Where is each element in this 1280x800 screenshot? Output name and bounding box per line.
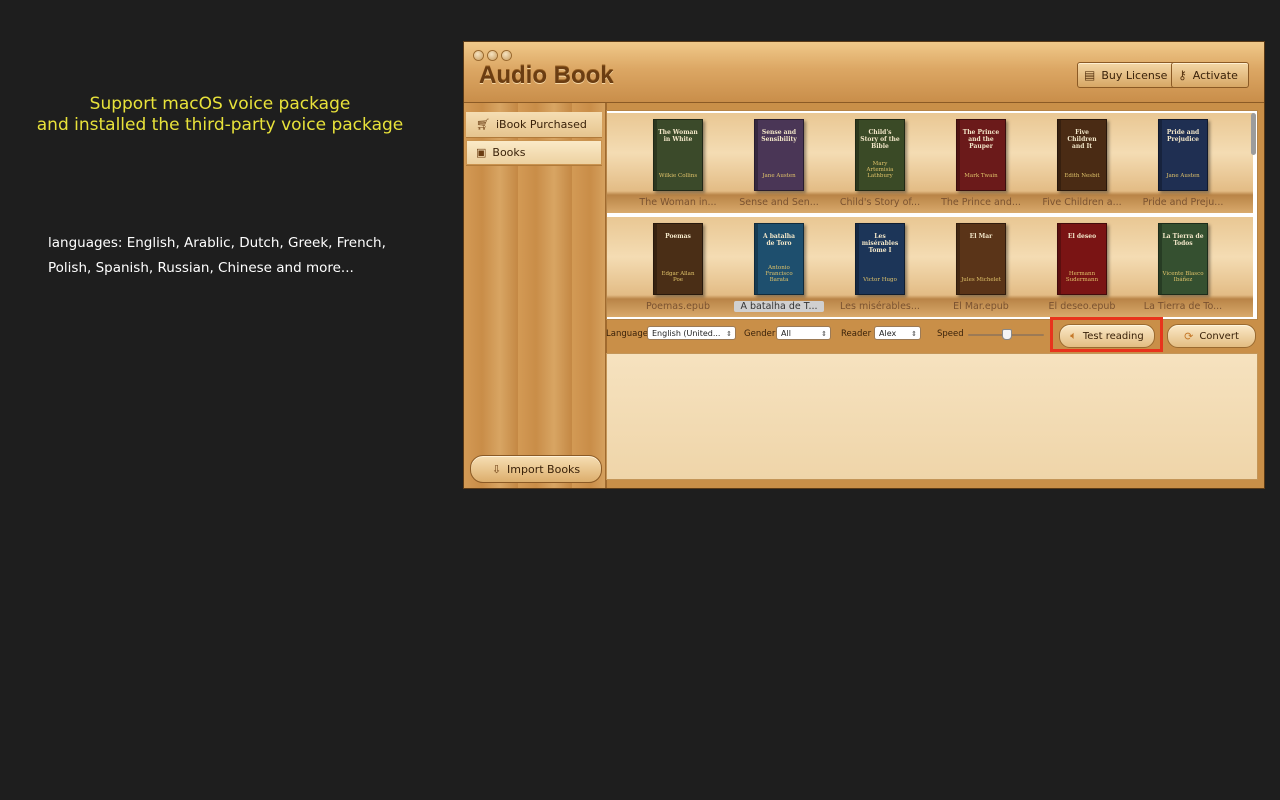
book-cover-author: Hermann Sudermann [1065,271,1099,283]
book-caption[interactable]: Child's Story of... [835,197,925,208]
close-window-button[interactable] [474,51,483,60]
promo-languages: languages: English, Arablic, Dutch, Gree… [48,231,428,281]
book-cover[interactable]: Five Children and It Edith Nesbit [1057,119,1107,191]
output-area [606,353,1258,480]
buy-license-button[interactable]: ▤ Buy License [1077,62,1179,88]
chevron-updown-icon: ⇕ [911,330,917,338]
bookshelf: The Woman in White Wilkie Collins The Woma… [606,110,1258,320]
app-window: Audio Book ▤ Buy License ⚷ Activate 🛒︎ i… [464,42,1264,488]
book-cover-title: Five Children and It [1067,129,1097,150]
import-books-label: Import Books [507,462,581,476]
book-cover-author: Victor Hugo [863,277,897,283]
book-cover[interactable]: Les misérables Tome I Victor Hugo [855,223,905,295]
shelf-scrollbar[interactable] [1251,113,1256,155]
sidebar: 🛒︎ iBook Purchased ▣ Books ⇩ Import Book… [464,103,607,488]
minimize-window-button[interactable] [488,51,497,60]
book-cover[interactable]: El deseo Hermann Sudermann [1057,223,1107,295]
gender-value: All [781,329,791,338]
book-cover-author: Mary Artemisia Lathbury [866,161,894,179]
book-cover-author: Vicente Blasco Ibáñez [1162,271,1204,283]
book-cover-author: Mark Twain [964,173,998,179]
book-caption[interactable]: El Mar.epub [936,301,1026,312]
buy-license-label: Buy License [1101,68,1168,82]
book-caption[interactable]: The Prince and... [936,197,1026,208]
book-cover[interactable]: Child's Story of the Bible Mary Artemisia… [855,119,905,191]
book-cover-title: Sense and Sensibility [761,129,797,143]
sidebar-item-ibook-purchased[interactable]: 🛒︎ iBook Purchased [466,112,602,138]
book-cover-title: The Woman in White [658,129,698,143]
book-cover-title: A batalha de Toro [762,233,795,247]
reader-label: Reader [841,329,872,339]
book-cover-author: Antonio Francisco Barata [765,265,793,283]
book-cover-title: Les misérables Tome I [861,233,899,254]
activate-label: Activate [1192,68,1238,82]
book-cover-author: Jane Austen [762,173,796,179]
book-cover-title: El Mar [969,233,993,240]
book-caption[interactable]: Poemas.epub [633,301,723,312]
book-cover-title: La Tierra de Todos [1162,233,1204,247]
language-value: English (United... [652,329,721,338]
activate-button[interactable]: ⚷ Activate [1171,62,1249,88]
sidebar-item-books[interactable]: ▣ Books [466,140,602,166]
book-cover[interactable]: Poemas Edgar Allan Poe [653,223,703,295]
book-caption[interactable]: Les misérables... [835,301,925,312]
key-icon: ⚷ [1178,68,1187,82]
promo-headline: Support macOS voice package and installe… [20,94,420,136]
book-cover-title: El deseo [1067,233,1097,240]
book-cover-title: Child's Story of the Bible [860,129,900,150]
zoom-window-button[interactable] [502,51,511,60]
book-cover-author: Wilkie Collins [658,173,698,179]
convert-button[interactable]: ⟳ Convert [1167,324,1256,348]
reader-select[interactable]: Alex ⇕ [874,326,921,340]
chevron-updown-icon: ⇕ [821,330,827,338]
language-select[interactable]: English (United... ⇕ [647,326,736,340]
title-bar: Audio Book ▤ Buy License ⚷ Activate [464,42,1264,103]
import-books-button[interactable]: ⇩ Import Books [470,455,602,483]
book-caption[interactable]: A batalha de T... [734,301,824,312]
sidebar-item-label: Books [492,146,526,159]
book-cover[interactable]: The Prince and the Pauper Mark Twain [956,119,1006,191]
speed-slider-knob[interactable] [1002,329,1012,340]
book-cover-author: Jules Michelet [961,277,1001,283]
book-cover-title: The Prince and the Pauper [962,129,1000,150]
highlight-box [1050,317,1163,352]
book-cover-author: Jane Austen [1166,173,1200,179]
book-icon: ▣ [476,146,487,159]
book-cover[interactable]: Pride and Prejudice Jane Austen [1158,119,1208,191]
reading-controls: Language English (United... ⇕ Gender All… [606,321,1262,351]
book-caption[interactable]: Pride and Preju... [1138,197,1228,208]
language-label: Language [606,329,648,339]
import-icon: ⇩ [491,462,502,476]
gender-select[interactable]: All ⇕ [776,326,831,340]
book-cover[interactable]: The Woman in White Wilkie Collins [653,119,703,191]
sidebar-item-label: iBook Purchased [495,118,587,131]
book-cover[interactable]: Sense and Sensibility Jane Austen [754,119,804,191]
gender-label: Gender [744,329,776,339]
promo-languages-line1: languages: English, Arablic, Dutch, Gree… [48,235,386,251]
refresh-icon: ⟳ [1184,329,1194,343]
book-caption[interactable]: Five Children a... [1037,197,1127,208]
book-cover[interactable]: El Mar Jules Michelet [956,223,1006,295]
convert-label: Convert [1199,330,1239,342]
book-cover-author: Edith Nesbit [1064,173,1100,179]
license-icon: ▤ [1084,68,1096,82]
book-caption[interactable]: Sense and Sen... [734,197,824,208]
book-cover-title: Pride and Prejudice [1166,129,1200,143]
book-cover[interactable]: A batalha de Toro Antonio Francisco Barat… [754,223,804,295]
reader-value: Alex [879,329,897,338]
app-title: Audio Book [479,62,614,89]
promo-headline-line1: Support macOS voice package [89,94,351,114]
speed-label: Speed [937,329,964,339]
book-caption[interactable]: El deseo.epub [1037,301,1127,312]
book-cover[interactable]: La Tierra de Todos Vicente Blasco Ibáñez [1158,223,1208,295]
promo-languages-line2: Polish, Spanish, Russian, Chinese and mo… [48,260,354,276]
promo-headline-line2: and installed the third-party voice pack… [36,115,404,135]
cart-icon: 🛒︎ [476,118,490,131]
book-caption[interactable]: The Woman in... [633,197,723,208]
book-caption[interactable]: La Tierra de To... [1138,301,1228,312]
book-cover-title: Poemas [665,233,691,240]
chevron-updown-icon: ⇕ [726,330,732,338]
book-cover-author: Edgar Allan Poe [661,271,695,283]
